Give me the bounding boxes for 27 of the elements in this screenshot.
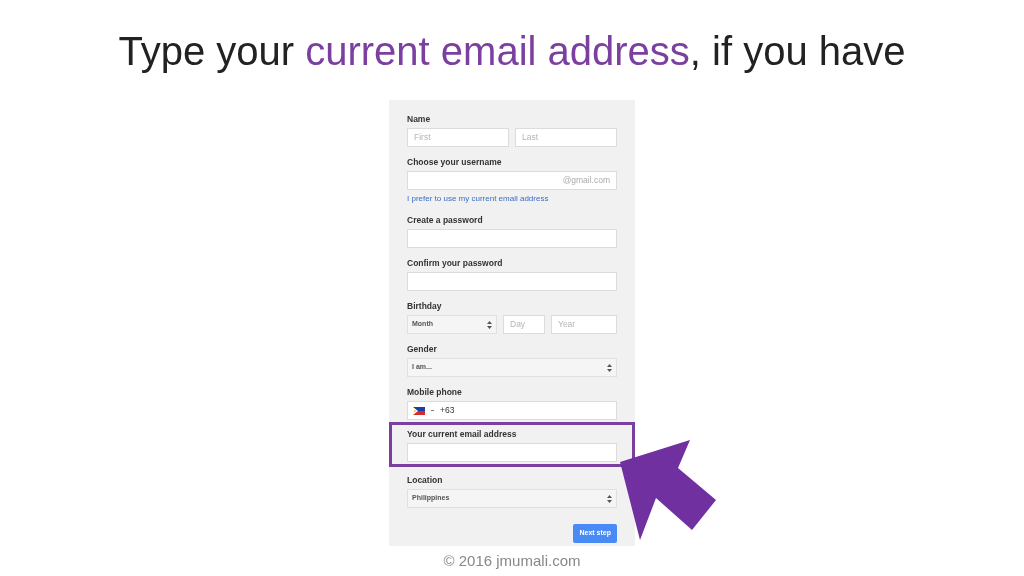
text-field[interactable] — [407, 272, 617, 291]
field-label: Gender — [407, 344, 438, 355]
text-field[interactable]: Last — [515, 128, 617, 147]
field-label: Confirm your password — [407, 258, 504, 269]
field-label: Birthday — [407, 301, 443, 312]
text-field[interactable]: Year — [551, 315, 617, 334]
flag-icon[interactable] — [413, 406, 425, 415]
up-down-icon — [487, 320, 492, 329]
up-down-icon — [607, 494, 612, 503]
text-field[interactable]: First — [407, 128, 509, 147]
text-field[interactable]: @gmail.com — [407, 171, 617, 190]
phone-field[interactable]: +63 — [407, 401, 617, 420]
text-field[interactable] — [407, 229, 617, 248]
dash-icon — [431, 410, 434, 411]
field-label: Create a password — [407, 215, 484, 226]
field-label: Mobile phone — [407, 387, 463, 398]
field-label: Your current email address — [407, 429, 518, 440]
link[interactable]: I prefer to use my current email address — [407, 193, 617, 205]
up-down-icon — [607, 363, 612, 372]
field-label: Location — [407, 475, 444, 486]
text-field[interactable] — [407, 443, 617, 462]
slide-title: Type your current email address, if you have — [118, 28, 906, 75]
arrow-icon — [620, 440, 716, 540]
text-field[interactable]: Day — [503, 315, 545, 334]
copyright-text: © 2016 jmumali.com — [443, 551, 581, 571]
field-label: Choose your username — [407, 157, 503, 168]
field-label: Name — [407, 114, 432, 125]
